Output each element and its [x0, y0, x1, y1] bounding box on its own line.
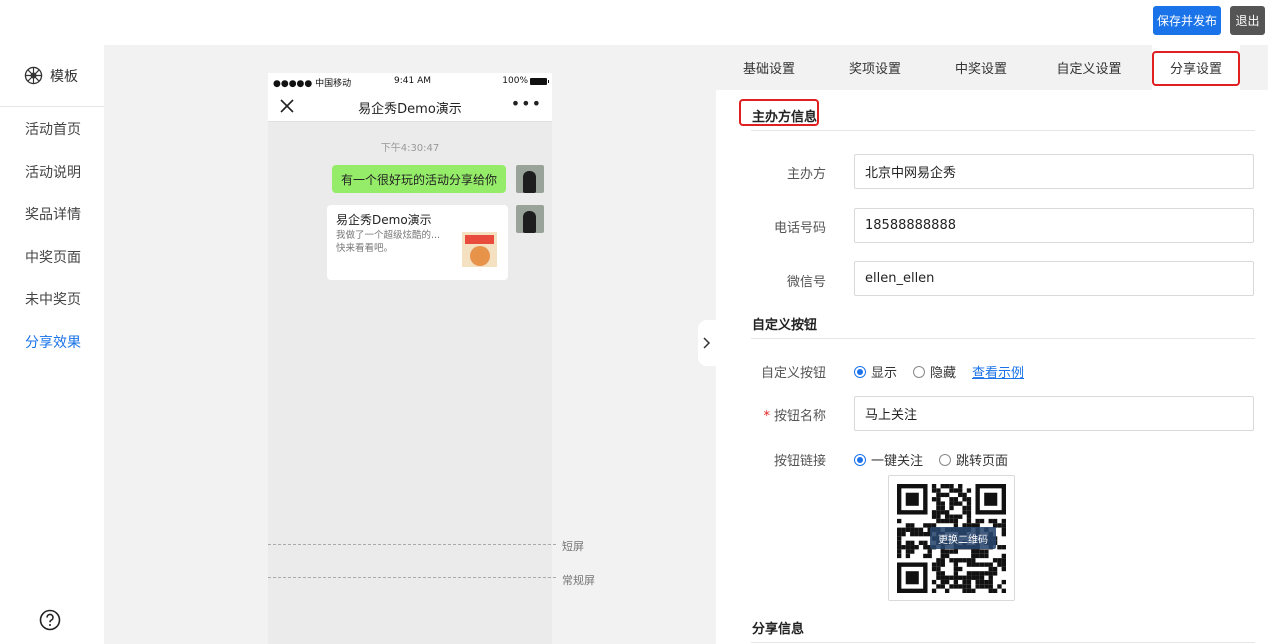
avatar — [516, 205, 544, 233]
question-circle-icon[interactable] — [39, 609, 61, 631]
share-info-section-title: 分享信息 — [752, 622, 805, 637]
radio-unchecked-icon[interactable] — [913, 365, 926, 378]
follow-option[interactable]: 一键关注 — [854, 450, 923, 469]
phone-nav-bar: 易企秀Demo演示 ••• — [268, 91, 552, 122]
radio-checked-icon[interactable] — [854, 453, 866, 466]
share-card: 易企秀Demo演示 我做了一个超级炫酷的... 快来看看吧。 — [327, 205, 508, 280]
share-card-thumbnail — [462, 232, 497, 267]
custom-button-label: 自定义按钮 — [760, 366, 826, 381]
collapse-panel-button[interactable] — [698, 320, 716, 366]
chat-message-bubble: 有一个很好玩的活动分享给你 — [332, 165, 507, 193]
more-icon: ••• — [510, 94, 542, 113]
sidebar-item-description[interactable]: 活动说明 — [0, 151, 104, 194]
sidebar-item-home[interactable]: 活动首页 — [0, 108, 104, 151]
view-example-link[interactable]: 查看示例 — [972, 362, 1024, 381]
tab-prizes[interactable]: 奖项设置 — [822, 45, 928, 90]
top-bar: 保存并发布 退出 — [0, 0, 1268, 45]
status-time: 9:41 AM — [394, 76, 431, 86]
divider — [751, 338, 1255, 339]
radio-checked-icon[interactable] — [854, 365, 866, 378]
template-menu[interactable]: 模板 — [0, 45, 104, 107]
qr-code-box: 更换二维码 — [888, 475, 1015, 601]
exit-button[interactable]: 退出 — [1230, 6, 1265, 35]
tab-custom[interactable]: 自定义设置 — [1034, 45, 1144, 90]
divider — [751, 642, 1255, 643]
phone-status-bar: ●●●●● 中国移动 9:41 AM 100% — [268, 73, 552, 91]
organizer-field[interactable]: 北京中网易企秀 — [854, 154, 1254, 189]
show-option[interactable]: 显示 — [854, 362, 897, 381]
replace-qr-button[interactable]: 更换二维码 — [930, 527, 996, 549]
battery-text: 100% — [502, 76, 528, 86]
share-card-desc: 我做了一个超级炫酷的... 快来看看吧。 — [336, 229, 454, 255]
preview-area: ●●●●● 中国移动 9:41 AM 100% 易企秀Demo演示 ••• 下午… — [104, 45, 716, 644]
tab-winning[interactable]: 中奖设置 — [928, 45, 1034, 90]
dharma-wheel-icon — [24, 66, 43, 85]
button-link-label: 按钮链接 — [773, 454, 826, 469]
chevron-right-icon — [703, 337, 711, 349]
phone-nav-title: 易企秀Demo演示 — [358, 102, 462, 117]
phone-field[interactable]: 18588888888 — [854, 208, 1254, 243]
share-card-desc-text: 我做了一个超级炫酷的... 快来看看吧。 — [336, 230, 441, 254]
battery-icon — [530, 77, 549, 85]
wechat-field[interactable]: ellen_ellen — [854, 261, 1254, 296]
chat-timestamp: 下午4:30:47 — [380, 143, 440, 154]
required-mark: * — [763, 409, 770, 424]
section-highlight-box — [739, 99, 819, 126]
button-name-label-text: 按钮名称 — [773, 409, 826, 424]
phone-label: 电话号码 — [773, 221, 826, 236]
normal-screen-line — [268, 577, 556, 578]
carrier-text: ●●●●● 中国移动 — [273, 79, 352, 89]
battery-status: 100% — [502, 76, 549, 86]
save-and-publish-button[interactable]: 保存并发布 — [1153, 6, 1221, 35]
phone-preview: ●●●●● 中国移动 9:41 AM 100% 易企秀Demo演示 ••• 下午… — [268, 73, 552, 644]
button-name-label: * 按钮名称 — [716, 405, 826, 424]
sidebar-item-win-page[interactable]: 中奖页面 — [0, 236, 104, 279]
organizer-label: 主办方 — [786, 167, 826, 182]
jump-option[interactable]: 跳转页面 — [939, 450, 1008, 469]
tab-basic[interactable]: 基础设置 — [716, 45, 822, 90]
sidebar: 模板 活动首页 活动说明 奖品详情 中奖页面 未中奖页 分享效果 — [0, 45, 104, 644]
custom-button-section-title: 自定义按钮 — [752, 318, 818, 333]
divider — [751, 130, 1255, 131]
sidebar-item-share[interactable]: 分享效果 — [0, 321, 104, 364]
hide-option[interactable]: 隐藏 — [913, 362, 956, 381]
radio-unchecked-icon[interactable] — [939, 453, 952, 466]
follow-label: 一键关注 — [871, 454, 924, 469]
wechat-label: 微信号 — [786, 275, 826, 290]
template-label: 模板 — [50, 68, 78, 85]
share-card-title: 易企秀Demo演示 — [336, 213, 432, 227]
short-screen-label: 短屏 — [562, 540, 584, 553]
button-link-radio-group: 一键关注 跳转页面 — [854, 450, 1024, 469]
sidebar-item-lose-page[interactable]: 未中奖页 — [0, 278, 104, 321]
normal-screen-label: 常规屏 — [562, 574, 595, 587]
jump-label: 跳转页面 — [956, 454, 1009, 469]
custom-button-radio-group: 显示 隐藏 查看示例 — [854, 362, 1024, 381]
short-screen-line — [268, 544, 556, 545]
hide-label: 隐藏 — [930, 366, 957, 381]
sidebar-item-prizes[interactable]: 奖品详情 — [0, 193, 104, 236]
show-label: 显示 — [871, 366, 898, 381]
tab-highlight-box — [1152, 51, 1240, 86]
button-name-field[interactable]: 马上关注 — [854, 396, 1254, 431]
settings-panel: 基础设置 奖项设置 中奖设置 自定义设置 分享设置 主办方信息 主办方 北京中网… — [716, 45, 1268, 644]
avatar — [516, 165, 544, 193]
